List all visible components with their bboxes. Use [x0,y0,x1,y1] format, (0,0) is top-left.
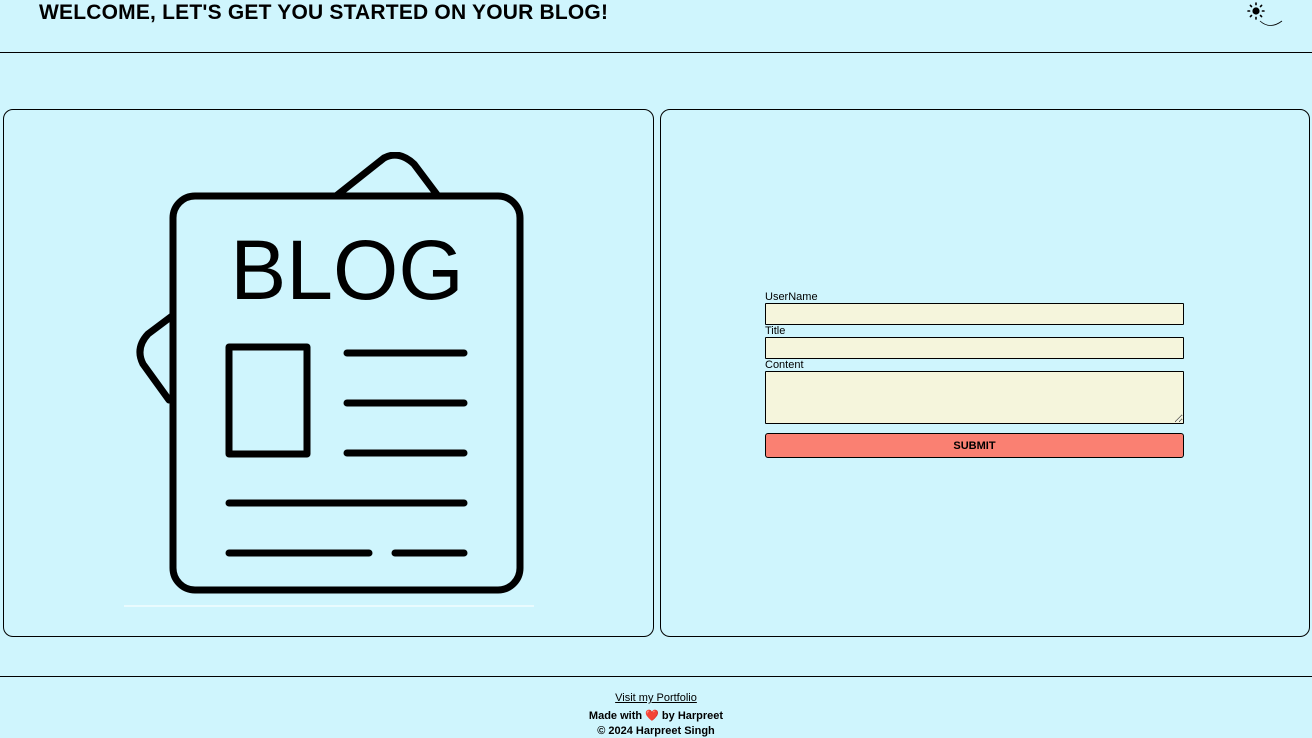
blog-post-form: UserName Title Content SUBMIT [765,291,1184,458]
toggle-arc [1259,20,1283,26]
title-input[interactable] [765,337,1184,359]
username-label: UserName [765,291,818,303]
illustration-panel: BLOG [3,109,654,637]
sun-icon [1247,2,1265,20]
username-input[interactable] [765,303,1184,325]
footer: Visit my Portfolio Made with ❤️ by Harpr… [0,676,1312,738]
made-with-suffix: by Harpreet [661,710,724,722]
copyright: © 2024 Harpreet Singh [597,725,715,737]
moon-icon [1278,4,1285,18]
portfolio-link[interactable]: Visit my Portfolio [0,692,1312,704]
blog-illustration-text: BLOG [230,223,463,317]
made-with-credit: Made with ❤️ by Harpreet [0,709,1312,722]
content-label: Content [765,359,804,371]
theme-toggle[interactable] [1244,1,1294,29]
header: WELCOME, LET'S GET YOU STARTED ON YOUR B… [0,0,1312,53]
heart-icon: ❤️ [645,710,659,722]
form-panel: UserName Title Content SUBMIT [660,109,1310,637]
illustration-underline [124,605,534,607]
blog-newspaper-icon: BLOG [136,152,524,594]
submit-button[interactable]: SUBMIT [765,433,1184,458]
title-label: Title [765,325,786,337]
page-title: WELCOME, LET'S GET YOU STARTED ON YOUR B… [39,1,609,24]
content-textarea[interactable] [765,371,1184,424]
made-with-prefix: Made with [588,710,643,722]
